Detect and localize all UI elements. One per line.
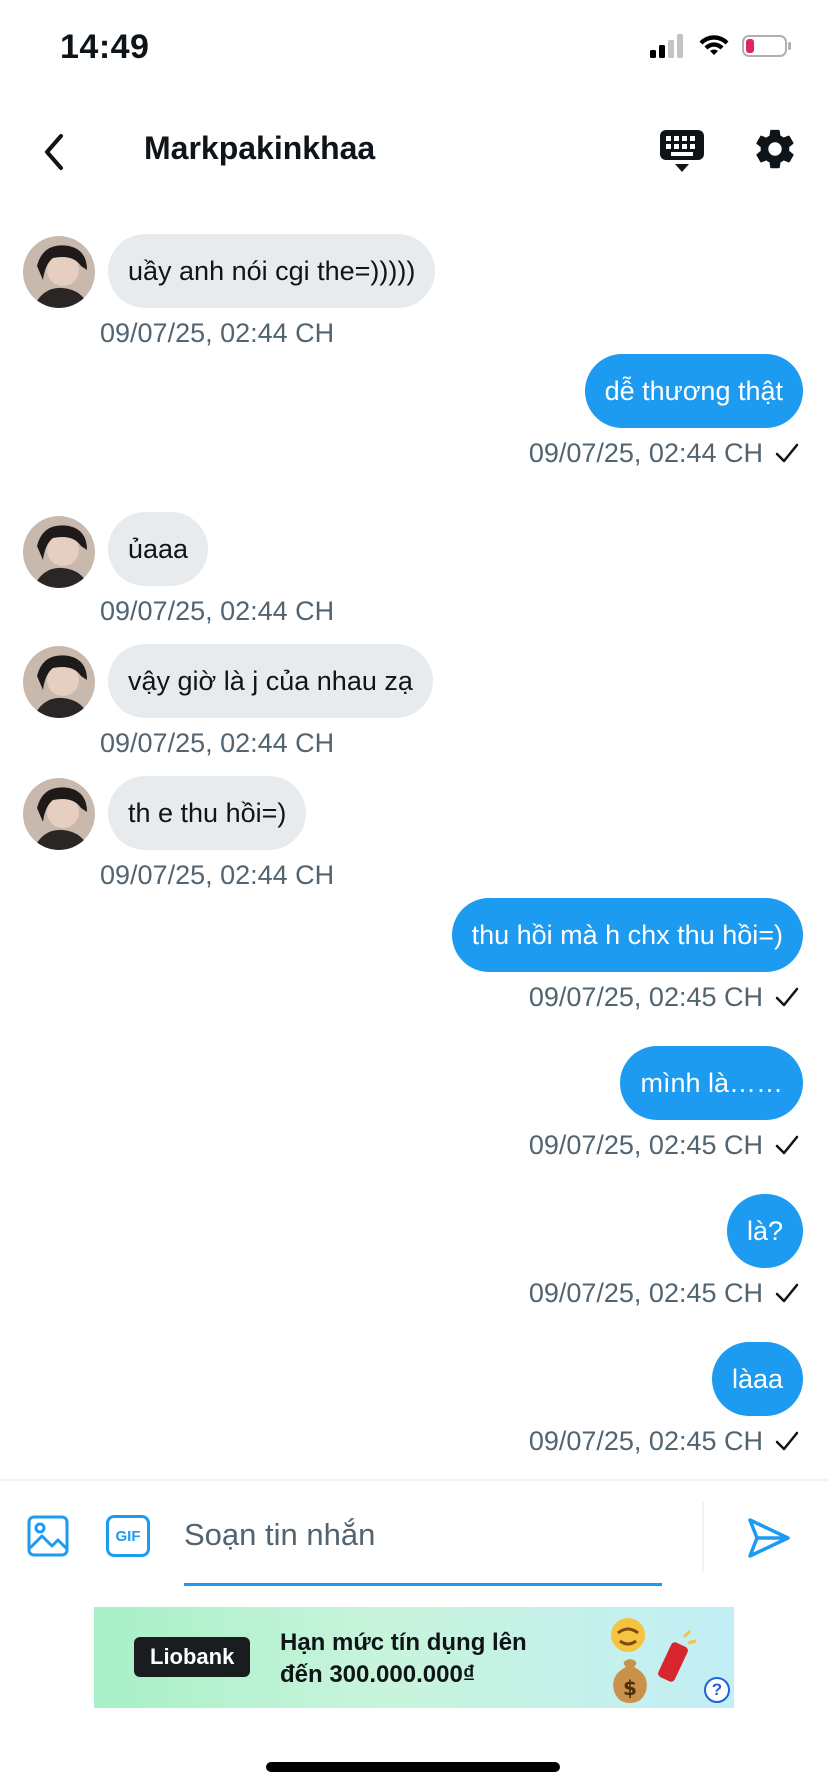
home-indicator (266, 1762, 560, 1772)
ad-banner[interactable]: Liobank Hạn mức tín dụng lên đến 300.000… (94, 1607, 734, 1708)
avatar[interactable] (23, 516, 95, 588)
message-bubble[interactable]: là? (726, 1194, 803, 1268)
composer-divider (0, 1479, 828, 1481)
message-timestamp: 09/07/25, 02:44 CH (528, 438, 763, 468)
send-icon (748, 1518, 790, 1558)
ad-headline: Hạn mức tín dụng lên đến 300.000.000₫ (280, 1627, 527, 1691)
checkmark-icon (775, 1283, 799, 1303)
message-timestamp: 09/07/25, 02:45 CH (528, 1278, 763, 1308)
message-bubble[interactable]: vậy giờ là j của nhau zạ (108, 644, 433, 718)
avatar[interactable] (23, 778, 95, 850)
add-gif-button[interactable]: GIF (106, 1515, 150, 1557)
keyboard-button[interactable] (658, 126, 708, 176)
image-icon (27, 1515, 69, 1557)
message-timestamp: 09/07/25, 02:45 CH (528, 982, 763, 1012)
conversation-title[interactable]: Markpakinkhaa (144, 130, 375, 167)
checkmark-icon (775, 987, 799, 1007)
message-bubble[interactable]: uầy anh nói cgi the=))))) (108, 234, 436, 308)
message-input[interactable] (184, 1505, 662, 1565)
back-button[interactable] (24, 122, 84, 182)
message-bubble[interactable]: ủaaa (108, 512, 209, 586)
message-bubble[interactable]: thu hồi mà h chx thu hồi=) (451, 898, 803, 972)
chevron-left-icon (45, 134, 63, 170)
message-timestamp: 09/07/25, 02:44 CH (100, 318, 335, 348)
ad-headline-line1: Hạn mức tín dụng lên (280, 1629, 527, 1656)
checkmark-icon (775, 443, 799, 463)
keyboard-icon (660, 130, 704, 172)
message-bubble[interactable]: th e thu hồi=) (108, 776, 307, 850)
message-timestamp: 09/07/25, 02:45 CH (528, 1130, 763, 1160)
ad-brand-logo: Liobank (134, 1637, 251, 1677)
message-timestamp: 09/07/25, 02:44 CH (100, 860, 335, 890)
message-bubble[interactable]: dễ thương thật (584, 354, 803, 428)
send-button[interactable] (744, 1514, 792, 1562)
message-input-underline (184, 1583, 662, 1586)
message-timestamp: 09/07/25, 02:44 CH (100, 596, 335, 626)
checkmark-icon (775, 1135, 799, 1155)
status-bar: 14:49 (0, 0, 828, 100)
message-timestamp: 09/07/25, 02:44 CH (100, 728, 335, 758)
ad-headline-line2: đến 300.000.000₫ (280, 1661, 476, 1688)
avatar[interactable] (23, 236, 95, 308)
composer-separator (702, 1502, 704, 1572)
settings-button[interactable] (752, 126, 802, 176)
message-bubble[interactable]: mình là…… (620, 1046, 803, 1120)
svg-text:$: $ (623, 1676, 637, 1700)
signal-icon (650, 34, 683, 58)
wifi-icon (699, 35, 729, 55)
checkmark-icon (775, 1431, 799, 1451)
battery-low-icon (742, 35, 791, 57)
message-bubble[interactable]: làaa (711, 1342, 803, 1416)
add-image-button[interactable] (26, 1514, 70, 1558)
message-timestamp: 09/07/25, 02:45 CH (528, 1426, 763, 1456)
avatar[interactable] (23, 646, 95, 718)
gear-icon (756, 129, 794, 169)
status-icons (650, 34, 792, 58)
money-bag-icon: $ (611, 1618, 697, 1703)
status-time: 14:49 (60, 28, 150, 66)
conversation-header: Markpakinkhaa (0, 112, 828, 192)
ad-help-icon[interactable]: ? (704, 1677, 730, 1703)
